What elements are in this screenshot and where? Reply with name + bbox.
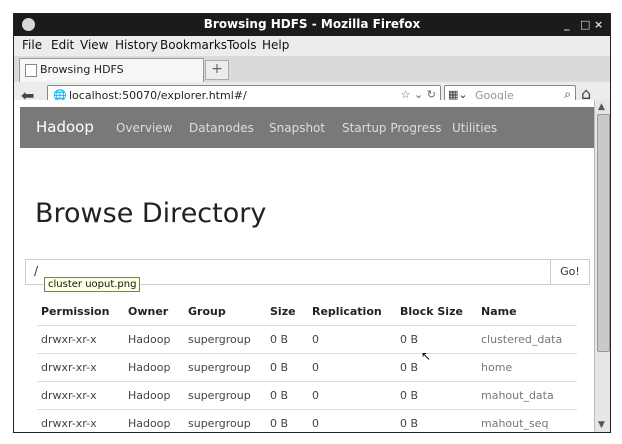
cell-permission: drwxr-xr-x bbox=[41, 361, 97, 374]
table-row: drwxr-xr-x Hadoop supergroup 0 B 0 0 B m… bbox=[37, 409, 577, 432]
menu-file[interactable]: File bbox=[22, 38, 42, 52]
menu-history[interactable]: History bbox=[115, 38, 158, 52]
menu-edit[interactable]: Edit bbox=[51, 38, 74, 52]
table-row: drwxr-xr-x Hadoop supergroup 0 B 0 0 B c… bbox=[37, 325, 577, 354]
page-icon bbox=[25, 64, 37, 77]
cell-name-link[interactable]: clustered_data bbox=[481, 333, 562, 346]
mouse-cursor-icon: ↖ bbox=[421, 349, 432, 363]
cell-owner: Hadoop bbox=[128, 417, 171, 430]
header-block-size[interactable]: Block Size bbox=[400, 305, 463, 318]
cell-block-size: 0 B bbox=[400, 417, 419, 430]
page-content: Hadoop Overview Datanodes Snapshot Start… bbox=[14, 100, 594, 432]
close-button[interactable]: × bbox=[594, 18, 603, 31]
cell-group: supergroup bbox=[188, 389, 251, 402]
cell-block-size: 0 B bbox=[400, 333, 419, 346]
cell-permission: drwxr-xr-x bbox=[41, 417, 97, 430]
cell-permission: drwxr-xr-x bbox=[41, 333, 97, 346]
title-bar: Browsing HDFS - Mozilla Firefox _ □ × bbox=[14, 14, 610, 36]
hadoop-navbar: Hadoop Overview Datanodes Snapshot Start… bbox=[20, 107, 594, 148]
scroll-thumb[interactable] bbox=[597, 114, 610, 352]
tab-strip: Browsing HDFS + bbox=[14, 56, 610, 83]
menu-help[interactable]: Help bbox=[262, 38, 289, 52]
header-size[interactable]: Size bbox=[270, 305, 296, 318]
cell-name-link[interactable]: mahout_data bbox=[481, 389, 554, 402]
tooltip: cluster uoput.png bbox=[44, 277, 141, 292]
browser-window: Browsing HDFS - Mozilla Firefox _ □ × Fi… bbox=[13, 13, 611, 433]
scroll-up-icon[interactable]: ▲ bbox=[598, 102, 605, 112]
cell-replication: 0 bbox=[312, 417, 319, 430]
cell-size: 0 B bbox=[270, 361, 289, 374]
nav-utilities[interactable]: Utilities bbox=[452, 121, 497, 135]
header-group[interactable]: Group bbox=[188, 305, 226, 318]
cell-group: supergroup bbox=[188, 361, 251, 374]
cell-size: 0 B bbox=[270, 389, 289, 402]
cell-owner: Hadoop bbox=[128, 333, 171, 346]
minimize-button[interactable]: _ bbox=[564, 18, 570, 31]
cell-group: supergroup bbox=[188, 417, 251, 430]
cell-name-link[interactable]: mahout_seq bbox=[481, 417, 548, 430]
table-row: drwxr-xr-x Hadoop supergroup 0 B 0 0 B h… bbox=[37, 353, 577, 382]
hadoop-brand[interactable]: Hadoop bbox=[36, 118, 94, 136]
cell-group: supergroup bbox=[188, 333, 251, 346]
nav-snapshot[interactable]: Snapshot bbox=[269, 121, 325, 135]
menu-view[interactable]: View bbox=[80, 38, 108, 52]
tab-browsing-hdfs[interactable]: Browsing HDFS bbox=[19, 58, 204, 82]
page-title: Browse Directory bbox=[35, 198, 267, 229]
new-tab-button[interactable]: + bbox=[205, 60, 229, 80]
cell-size: 0 B bbox=[270, 333, 289, 346]
header-name[interactable]: Name bbox=[481, 305, 517, 318]
header-owner[interactable]: Owner bbox=[128, 305, 168, 318]
cell-permission: drwxr-xr-x bbox=[41, 389, 97, 402]
scroll-down-icon[interactable]: ▼ bbox=[598, 420, 605, 430]
menu-bookmarks[interactable]: Bookmarks bbox=[160, 38, 227, 52]
cell-replication: 0 bbox=[312, 333, 319, 346]
cell-replication: 0 bbox=[312, 389, 319, 402]
nav-datanodes[interactable]: Datanodes bbox=[189, 121, 254, 135]
maximize-button[interactable]: □ bbox=[580, 18, 590, 31]
cell-block-size: 0 B bbox=[400, 389, 419, 402]
nav-startup-progress[interactable]: Startup Progress bbox=[342, 121, 442, 135]
cell-name-link[interactable]: home bbox=[481, 361, 512, 374]
cell-size: 0 B bbox=[270, 417, 289, 430]
window-title: Browsing HDFS - Mozilla Firefox bbox=[203, 17, 421, 31]
cell-replication: 0 bbox=[312, 361, 319, 374]
nav-overview[interactable]: Overview bbox=[116, 121, 173, 135]
menu-bar: File Edit View History Bookmarks Tools H… bbox=[14, 36, 610, 56]
menu-tools[interactable]: Tools bbox=[227, 38, 257, 52]
vertical-scrollbar[interactable]: ▲ ▼ bbox=[594, 100, 610, 432]
cell-owner: Hadoop bbox=[128, 361, 171, 374]
cell-owner: Hadoop bbox=[128, 389, 171, 402]
tab-label: Browsing HDFS bbox=[40, 63, 124, 76]
go-button[interactable]: Go! bbox=[550, 260, 589, 284]
cell-block-size: 0 B bbox=[400, 361, 419, 374]
table-row: drwxr-xr-x Hadoop supergroup 0 B 0 0 B m… bbox=[37, 381, 577, 410]
path-value: / bbox=[34, 264, 39, 278]
header-permission[interactable]: Permission bbox=[41, 305, 109, 318]
header-replication[interactable]: Replication bbox=[312, 305, 382, 318]
